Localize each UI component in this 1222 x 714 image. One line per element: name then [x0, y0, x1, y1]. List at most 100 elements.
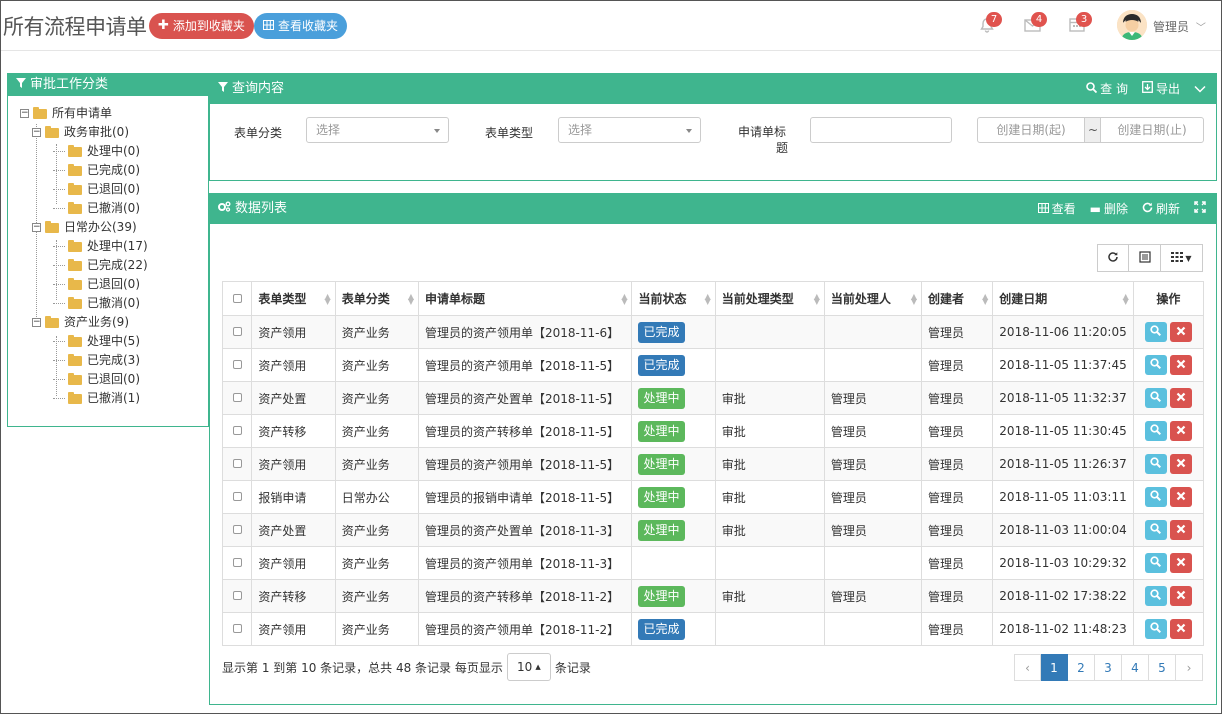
- row-select-cell[interactable]: [221, 513, 253, 547]
- row-checkbox[interactable]: [232, 327, 242, 336]
- column-header[interactable]: 创建日期 ▲ ▼: [992, 281, 1134, 316]
- row-delete-button[interactable]: [1169, 586, 1192, 606]
- messages-button[interactable]: 4: [1023, 12, 1047, 34]
- row-select-cell[interactable]: [221, 612, 253, 646]
- table-row[interactable]: 报销申请 日常办公 管理员的报销申请单【2018-11-5】 处理中 审批 管理员 管理员 2…: [221, 480, 1205, 514]
- page-button-4[interactable]: 4: [1122, 654, 1149, 681]
- tree-item[interactable]: 处理中(5): [20, 332, 208, 351]
- row-view-button[interactable]: [1144, 388, 1167, 408]
- row-select-cell[interactable]: [221, 546, 253, 580]
- collapse-icon[interactable]: −: [20, 109, 29, 118]
- table-row[interactable]: 资产转移 资产业务 管理员的资产转移单【2018-11-2】 处理中 审批 管理员 管理员 2…: [221, 579, 1205, 613]
- row-view-button[interactable]: [1144, 553, 1167, 573]
- tree-item[interactable]: 已撤消(0): [20, 294, 208, 313]
- row-view-button[interactable]: [1144, 520, 1167, 540]
- row-checkbox[interactable]: [232, 426, 242, 435]
- form-type-select[interactable]: 选择: [558, 117, 701, 143]
- date-end-input[interactable]: 创建日期(止): [1100, 117, 1204, 143]
- row-delete-button[interactable]: [1169, 454, 1192, 474]
- view-button[interactable]: 查看: [1037, 194, 1076, 224]
- page-button-1[interactable]: 1: [1041, 654, 1068, 681]
- row-checkbox[interactable]: [232, 558, 242, 567]
- row-select-cell[interactable]: [221, 315, 253, 349]
- row-checkbox[interactable]: [232, 525, 242, 534]
- row-checkbox[interactable]: [232, 360, 242, 369]
- page-button-2[interactable]: 2: [1068, 654, 1095, 681]
- row-select-cell[interactable]: [221, 480, 253, 514]
- prev-page-button[interactable]: ‹: [1014, 654, 1041, 681]
- tree-group-government[interactable]: − 政务审批(0): [20, 123, 208, 142]
- request-title-input[interactable]: [810, 117, 952, 143]
- tree-item[interactable]: 已撤消(0): [20, 199, 208, 218]
- page-button-3[interactable]: 3: [1095, 654, 1122, 681]
- column-header[interactable]: 当前状态 ▲ ▼: [631, 281, 716, 316]
- row-view-button[interactable]: [1144, 487, 1167, 507]
- column-header[interactable]: 创建者 ▲ ▼: [921, 281, 994, 316]
- table-row[interactable]: 资产领用 资产业务 管理员的资产领用单【2018-11-5】 处理中 审批 管理员 管理员 2…: [221, 447, 1205, 481]
- row-checkbox[interactable]: [232, 624, 242, 633]
- select-all-cell[interactable]: [221, 281, 253, 316]
- table-row[interactable]: 资产处置 资产业务 管理员的资产处置单【2018-11-5】 处理中 审批 管理员 管理员 2…: [221, 381, 1205, 415]
- refresh-button[interactable]: 刷新: [1142, 194, 1180, 224]
- user-menu[interactable]: 管理员 ﹀: [1153, 18, 1206, 35]
- row-select-cell[interactable]: [221, 414, 253, 448]
- column-header[interactable]: 当前处理类型 ▲ ▼: [714, 281, 825, 316]
- collapse-panel-button[interactable]: [1194, 74, 1206, 104]
- notification-button[interactable]: 7: [978, 12, 1002, 34]
- page-button-5[interactable]: 5: [1149, 654, 1176, 681]
- tree-item[interactable]: 已退回(0): [20, 275, 208, 294]
- row-delete-button[interactable]: [1169, 421, 1192, 441]
- table-refresh-button[interactable]: [1097, 244, 1129, 272]
- table-row[interactable]: 资产领用 资产业务 管理员的资产领用单【2018-11-5】 已完成 管理员 2018-1…: [221, 348, 1205, 382]
- collapse-icon[interactable]: −: [32, 223, 41, 232]
- row-checkbox[interactable]: [232, 459, 242, 468]
- tree-item[interactable]: 已退回(0): [20, 180, 208, 199]
- search-button[interactable]: 查 询: [1086, 74, 1128, 104]
- tree-item[interactable]: 已完成(3): [20, 351, 208, 370]
- row-select-cell[interactable]: [221, 381, 253, 415]
- page-size-select[interactable]: 10 ▲: [506, 653, 551, 681]
- row-select-cell[interactable]: [221, 579, 253, 613]
- tree-item[interactable]: 已完成(22): [20, 256, 208, 275]
- row-delete-button[interactable]: [1169, 553, 1192, 573]
- row-view-button[interactable]: [1144, 619, 1167, 639]
- row-checkbox[interactable]: [232, 591, 242, 600]
- tree-root[interactable]: − 所有申请单: [20, 104, 208, 123]
- tree-group-asset-business[interactable]: − 资产业务(9): [20, 313, 208, 332]
- table-row[interactable]: 资产领用 资产业务 管理员的资产领用单【2018-11-3】 管理员 2018-11-0…: [221, 546, 1205, 580]
- table-row[interactable]: 资产转移 资产业务 管理员的资产转移单【2018-11-5】 处理中 审批 管理员 管理员 2…: [221, 414, 1205, 448]
- date-start-input[interactable]: 创建日期(起): [977, 117, 1085, 143]
- row-view-button[interactable]: [1144, 355, 1167, 375]
- column-header[interactable]: 当前处理人 ▲ ▼: [823, 281, 923, 316]
- tree-item[interactable]: 已退回(0): [20, 370, 208, 389]
- tree-item[interactable]: 处理中(17): [20, 237, 208, 256]
- tree-group-daily-office[interactable]: − 日常办公(39): [20, 218, 208, 237]
- column-header[interactable]: 表单分类 ▲ ▼: [334, 281, 419, 316]
- table-row[interactable]: 资产领用 资产业务 管理员的资产领用单【2018-11-6】 已完成 管理员 2018-1…: [221, 315, 1205, 349]
- row-select-cell[interactable]: [221, 348, 253, 382]
- row-delete-button[interactable]: [1169, 619, 1192, 639]
- column-header[interactable]: 申请单标题 ▲ ▼: [417, 281, 633, 316]
- table-row[interactable]: 资产处置 资产业务 管理员的资产处置单【2018-11-3】 处理中 审批 管理员 管理员 2…: [221, 513, 1205, 547]
- row-view-button[interactable]: [1144, 454, 1167, 474]
- export-button[interactable]: 导出: [1142, 74, 1180, 104]
- row-view-button[interactable]: [1144, 586, 1167, 606]
- row-delete-button[interactable]: [1169, 520, 1192, 540]
- delete-button[interactable]: ▬ 删除: [1090, 194, 1128, 224]
- view-favorites-button[interactable]: 查看收藏夹: [254, 13, 348, 39]
- calendar-button[interactable]: 3: [1068, 12, 1092, 34]
- select-all-checkbox[interactable]: [232, 293, 242, 303]
- user-avatar[interactable]: [1117, 10, 1147, 40]
- row-delete-button[interactable]: [1169, 487, 1192, 507]
- collapse-icon[interactable]: −: [32, 128, 41, 137]
- collapse-icon[interactable]: −: [32, 318, 41, 327]
- tree-item[interactable]: 已撤消(1): [20, 389, 208, 408]
- row-delete-button[interactable]: [1169, 355, 1192, 375]
- columns-dropdown-button[interactable]: ▼: [1161, 244, 1203, 272]
- row-select-cell[interactable]: [221, 447, 253, 481]
- column-header[interactable]: 表单类型 ▲ ▼: [251, 281, 336, 316]
- fullscreen-button[interactable]: [1194, 194, 1206, 224]
- table-row[interactable]: 资产领用 资产业务 管理员的资产领用单【2018-11-2】 已完成 管理员 2018-1…: [221, 612, 1205, 646]
- row-delete-button[interactable]: [1169, 388, 1192, 408]
- row-view-button[interactable]: [1144, 421, 1167, 441]
